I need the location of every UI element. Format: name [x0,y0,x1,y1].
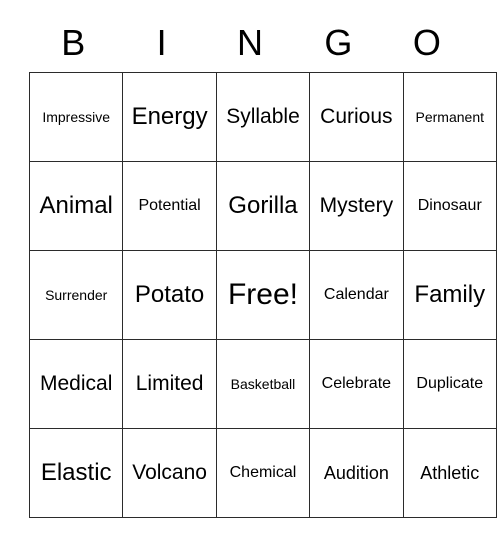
bingo-header-letter-n: N [237,22,264,63]
bingo-cell[interactable]: Surrender [28,250,124,340]
bingo-cell-label: Dinosaur [417,196,482,214]
bingo-header-row: B I N G O [29,14,471,72]
bingo-cell[interactable]: Dinosaur [402,161,497,251]
bingo-cell-label: Calendar [323,285,389,303]
bingo-cell[interactable]: Curious [309,72,404,162]
bingo-cell[interactable]: Volcano [122,428,217,518]
bingo-cell[interactable]: Permanent [402,72,497,162]
bingo-cell-label: Family [414,281,486,309]
bingo-cell-label: Celebrate [321,374,392,392]
bingo-cell-label: Limited [135,371,204,395]
bingo-cell-label: Impressive [42,108,111,125]
bingo-cell-label: Elastic [40,459,112,487]
bingo-cell-label: Gorilla [228,192,298,220]
bingo-cell-label: Volcano [132,460,207,484]
bingo-cell-label: Potential [138,196,201,214]
bingo-header-letter-i: I [156,22,167,63]
bingo-header-letter-g: G [324,22,353,63]
bingo-cell-label: Mystery [319,193,394,217]
bingo-cell-label: Curious [320,104,393,128]
bingo-cell[interactable]: Celebrate [309,339,404,429]
bingo-cell[interactable]: Potential [122,161,217,251]
bingo-cell-label: Syllable [226,104,300,128]
bingo-cell[interactable]: Impressive [28,72,124,162]
bingo-cell-label: Surrender [45,286,108,303]
bingo-grid: Impressive Energy Syllable Curious Perma… [28,72,497,518]
bingo-row: Impressive Energy Syllable Curious Perma… [28,72,497,162]
bingo-cell[interactable]: Audition [309,428,404,518]
bingo-cell-label: Audition [323,462,389,483]
bingo-cell[interactable]: Family [402,250,497,340]
bingo-cell-label: Basketball [230,375,296,392]
bingo-cell[interactable]: Gorilla [215,161,311,251]
bingo-row: Animal Potential Gorilla Mystery Dinosau… [28,161,497,251]
bingo-row: Elastic Volcano Chemical Audition Athlet… [28,428,497,518]
bingo-cell[interactable]: Calendar [309,250,404,340]
bingo-row: Medical Limited Basketball Celebrate Dup… [28,339,497,429]
bingo-cell-label: Chemical [229,463,297,481]
bingo-cell[interactable]: Animal [28,161,124,251]
bingo-cell[interactable]: Chemical [215,428,311,518]
bingo-row: Surrender Potato Free! Calendar Family [28,250,497,340]
bingo-cell-label: Potato [134,281,205,309]
bingo-cell[interactable]: Energy [122,72,217,162]
bingo-cell[interactable]: Basketball [215,339,311,429]
bingo-cell[interactable]: Medical [28,339,124,429]
bingo-cell-label: Permanent [415,108,484,125]
bingo-cell-label: Medical [40,371,113,395]
bingo-cell[interactable]: Athletic [402,428,497,518]
bingo-header-letter-o: O [412,22,441,63]
bingo-header-letter-b: B [61,22,86,63]
free-space-label: Free! [227,278,298,312]
bingo-cell[interactable]: Limited [122,339,217,429]
bingo-cell[interactable]: Syllable [215,72,311,162]
bingo-card: B I N G O Impressive Energy Syllable Cur… [28,14,497,518]
bingo-cell[interactable]: Mystery [309,161,404,251]
bingo-cell[interactable]: Duplicate [402,339,497,429]
bingo-cell-free-space[interactable]: Free! [215,250,311,340]
bingo-cell[interactable]: Potato [122,250,217,340]
bingo-cell-label: Energy [131,103,208,131]
bingo-cell[interactable]: Elastic [28,428,124,518]
bingo-cell-label: Athletic [420,462,480,483]
bingo-cell-label: Duplicate [416,374,484,392]
bingo-cell-label: Animal [39,192,113,220]
